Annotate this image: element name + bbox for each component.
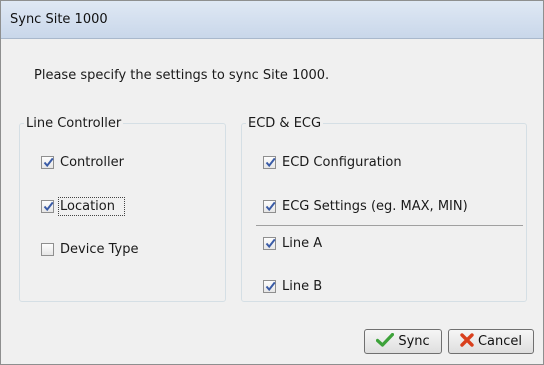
device-type-label: Device Type bbox=[60, 242, 139, 257]
device-type-checkbox[interactable]: Device Type bbox=[41, 242, 138, 257]
controller-label: Controller bbox=[60, 155, 124, 170]
sync-dialog: Sync Site 1000 Please specify the settin… bbox=[0, 0, 544, 365]
line-controller-legend: Line Controller bbox=[26, 116, 122, 131]
red-x-icon bbox=[460, 332, 474, 351]
checkbox-checked-icon bbox=[41, 156, 54, 169]
cancel-button[interactable]: Cancel bbox=[448, 329, 534, 354]
separator-line bbox=[256, 225, 523, 226]
window-title: Sync Site 1000 bbox=[10, 12, 108, 27]
ecd-configuration-label: ECD Configuration bbox=[282, 155, 402, 170]
checkbox-checked-icon bbox=[263, 280, 276, 293]
cancel-button-label: Cancel bbox=[477, 334, 523, 349]
instruction-text: Please specify the settings to sync Site… bbox=[34, 68, 330, 83]
ecd-ecg-legend: ECD & ECG bbox=[248, 116, 322, 131]
checkbox-unchecked-icon bbox=[41, 243, 54, 256]
location-checkbox[interactable]: Location bbox=[41, 197, 125, 216]
ecd-configuration-checkbox[interactable]: ECD Configuration bbox=[263, 155, 402, 170]
line-b-checkbox[interactable]: Line B bbox=[263, 279, 322, 294]
dialog-content: Please specify the settings to sync Site… bbox=[1, 39, 543, 364]
checkbox-checked-icon bbox=[263, 237, 276, 250]
location-label: Location bbox=[58, 197, 125, 216]
checkbox-checked-icon bbox=[41, 200, 54, 213]
line-a-checkbox[interactable]: Line A bbox=[263, 236, 322, 251]
ecg-settings-label: ECG Settings (eg. MAX, MIN) bbox=[282, 199, 468, 214]
controller-checkbox[interactable]: Controller bbox=[41, 155, 124, 170]
checkbox-checked-icon bbox=[263, 200, 276, 213]
sync-button-label: Sync bbox=[398, 334, 430, 349]
line-a-label: Line A bbox=[282, 236, 323, 251]
title-bar[interactable]: Sync Site 1000 bbox=[1, 1, 543, 39]
line-b-label: Line B bbox=[282, 279, 323, 294]
checkmark-icon bbox=[376, 332, 395, 351]
sync-button[interactable]: Sync bbox=[364, 329, 442, 354]
ecg-settings-checkbox[interactable]: ECG Settings (eg. MAX, MIN) bbox=[263, 199, 468, 214]
checkbox-checked-icon bbox=[263, 156, 276, 169]
